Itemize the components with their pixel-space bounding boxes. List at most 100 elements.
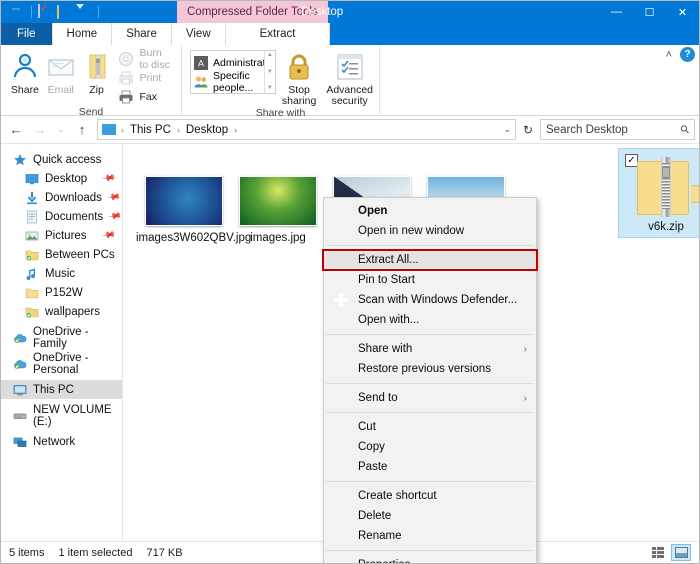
sidebar-item-network[interactable]: Network — [1, 432, 122, 451]
tab-home[interactable]: Home — [53, 23, 113, 45]
sidebar-label-music: Music — [45, 268, 75, 280]
menu-item-paste[interactable]: Paste — [324, 457, 536, 477]
menu-item-open[interactable]: Open — [324, 201, 536, 221]
breadcrumb-this-pc[interactable]: This PC — [129, 124, 172, 136]
tab-extract[interactable]: Extract — [226, 23, 331, 45]
share-with-scrollbar[interactable]: ▲ ▼ ▼ — [264, 51, 275, 93]
menu-item-delete[interactable]: Delete — [324, 506, 536, 526]
search-placeholder: Search Desktop — [546, 124, 628, 136]
properties-icon[interactable] — [38, 4, 54, 20]
sidebar-item-between-pcs[interactable]: Between PCs — [1, 245, 122, 264]
sidebar-item-new-volume-e[interactable]: NEW VOLUME (E:) — [1, 406, 122, 425]
details-view-button[interactable] — [648, 544, 668, 561]
new-folder-icon[interactable] — [57, 4, 73, 20]
pin-icon-pictures[interactable]: 📌 — [101, 228, 116, 243]
context-menu[interactable]: Open Open in new window Extract All... P… — [323, 197, 537, 564]
quick-access-toolbar — [1, 4, 102, 20]
print-button[interactable]: Print — [114, 69, 175, 87]
sidebar-item-wallpapers[interactable]: wallpapers — [1, 302, 122, 321]
synced-folder-icon — [25, 248, 39, 262]
zip-button[interactable]: Zip — [79, 48, 115, 96]
advanced-security-button[interactable]: Advancedsecurity — [326, 48, 373, 107]
desktop-icon — [25, 172, 39, 186]
pin-icon-downloads[interactable]: 📌 — [106, 190, 121, 205]
chevron-right-icon-share-with: › — [524, 344, 527, 355]
search-input[interactable]: Search Desktop ⚲ — [540, 119, 695, 140]
sidebar-item-music[interactable]: Music — [1, 264, 122, 283]
menu-item-extract-all[interactable]: Extract All... — [324, 250, 536, 270]
tab-file[interactable]: File — [1, 23, 53, 45]
file-explorer-icon[interactable] — [9, 4, 25, 20]
ribbon-tabs: File Home Share View Extract — [1, 23, 699, 45]
view-buttons — [648, 544, 691, 561]
menu-item-properties[interactable]: Properties — [324, 555, 536, 564]
tab-share[interactable]: Share — [112, 23, 172, 45]
pin-icon-desktop[interactable]: 📌 — [101, 171, 116, 186]
tab-view[interactable]: View — [172, 23, 226, 45]
sidebar-item-downloads[interactable]: Downloads 📌 — [1, 188, 122, 207]
qat-divider — [31, 6, 32, 18]
menu-item-copy[interactable]: Copy — [324, 437, 536, 457]
file-item-0[interactable]: images3W602QBV.jpg — [145, 176, 241, 245]
sidebar-item-documents[interactable]: Documents 📌 — [1, 207, 122, 226]
close-button[interactable]: ✕ — [666, 1, 699, 23]
print-label: Print — [139, 72, 161, 84]
email-button[interactable]: Email — [43, 48, 79, 96]
menu-item-open-in-new-window[interactable]: Open in new window — [324, 221, 536, 241]
sidebar-item-pictures[interactable]: Pictures 📌 — [1, 226, 122, 245]
fax-label: Fax — [139, 91, 157, 103]
menu-item-create-shortcut[interactable]: Create shortcut — [324, 486, 536, 506]
thumbnail-1 — [239, 176, 317, 226]
recent-locations-icon[interactable]: ⌄ — [53, 119, 69, 141]
large-icons-view-button[interactable] — [671, 544, 691, 561]
menu-item-restore-previous-versions[interactable]: Restore previous versions — [324, 359, 536, 379]
advanced-security-label: Advancedsecurity — [326, 85, 373, 107]
magnifier-icon[interactable]: ⚲ — [678, 122, 693, 137]
sidebar-item-p152w[interactable]: P152W — [1, 283, 122, 302]
menu-item-rename[interactable]: Rename — [324, 526, 536, 546]
menu-item-scan-with-windows-defender[interactable]: Scan with Windows Defender... — [324, 290, 536, 310]
up-button[interactable]: ↑ — [71, 119, 93, 141]
help-icon[interactable]: ? — [680, 47, 695, 62]
file-list-pane[interactable]: images3W602QBV.jpg images.jpg ✓ — [123, 144, 699, 541]
menu-item-pin-to-start[interactable]: Pin to Start — [324, 270, 536, 290]
menu-item-scan-label: Scan with Windows Defender... — [358, 294, 517, 306]
sidebar-item-onedrive-family[interactable]: OneDrive - Family — [1, 328, 122, 347]
sidebar-item-quick-access[interactable]: Quick access — [1, 150, 122, 169]
maximize-button[interactable]: ☐ — [633, 1, 666, 23]
sidebar-label-network: Network — [33, 436, 75, 448]
customize-caret-icon[interactable] — [76, 4, 92, 20]
breadcrumb[interactable]: › This PC › Desktop › ⌄ — [97, 119, 516, 140]
advanced-security-icon — [334, 51, 366, 83]
menu-item-open-with[interactable]: Open with... — [324, 310, 536, 330]
sidebar-item-onedrive-personal[interactable]: OneDrive - Personal — [1, 354, 122, 373]
breadcrumb-dropdown-icon[interactable]: ⌄ — [503, 124, 511, 135]
share-with-item-specific-people[interactable]: Specific people... — [191, 72, 275, 91]
burn-to-disc-label: Burn to disc — [139, 47, 171, 71]
menu-item-send-to[interactable]: Send to › — [324, 388, 536, 408]
menu-item-cut[interactable]: Cut — [324, 417, 536, 437]
sidebar-item-this-pc[interactable]: This PC — [1, 380, 122, 399]
file-item-zip[interactable]: ✓ v6k.zip — [618, 148, 700, 238]
user-icon: A — [194, 56, 208, 70]
file-item-1[interactable]: images.jpg — [239, 176, 335, 245]
burn-to-disc-button[interactable]: Burn to disc — [114, 50, 175, 68]
fax-button[interactable]: Fax — [114, 88, 175, 106]
share-button-label: Share — [11, 85, 39, 96]
scroll-up-icon[interactable]: ▲ — [267, 52, 273, 59]
share-with-list[interactable]: A Administrator Specific people... ▲ ▼ ▼ — [190, 50, 276, 94]
sidebar-label-documents: Documents — [45, 211, 103, 223]
collapse-ribbon-icon[interactable]: ˄ — [666, 49, 672, 61]
back-button[interactable]: ← — [5, 119, 27, 141]
menu-item-share-with[interactable]: Share with › — [324, 339, 536, 359]
scroll-down-icon[interactable]: ▼ — [267, 69, 273, 76]
breadcrumb-desktop[interactable]: Desktop — [185, 124, 229, 136]
stop-sharing-button[interactable]: Stopsharing — [282, 48, 316, 107]
scroll-more-icon[interactable]: ▼ — [267, 85, 273, 92]
forward-button[interactable]: → — [29, 119, 51, 141]
refresh-button[interactable]: ↻ — [518, 119, 538, 141]
pin-icon-documents[interactable]: 📌 — [107, 209, 122, 224]
sidebar-item-desktop[interactable]: Desktop 📌 — [1, 169, 122, 188]
share-button[interactable]: Share — [7, 48, 43, 96]
minimize-button[interactable]: — — [600, 1, 633, 23]
